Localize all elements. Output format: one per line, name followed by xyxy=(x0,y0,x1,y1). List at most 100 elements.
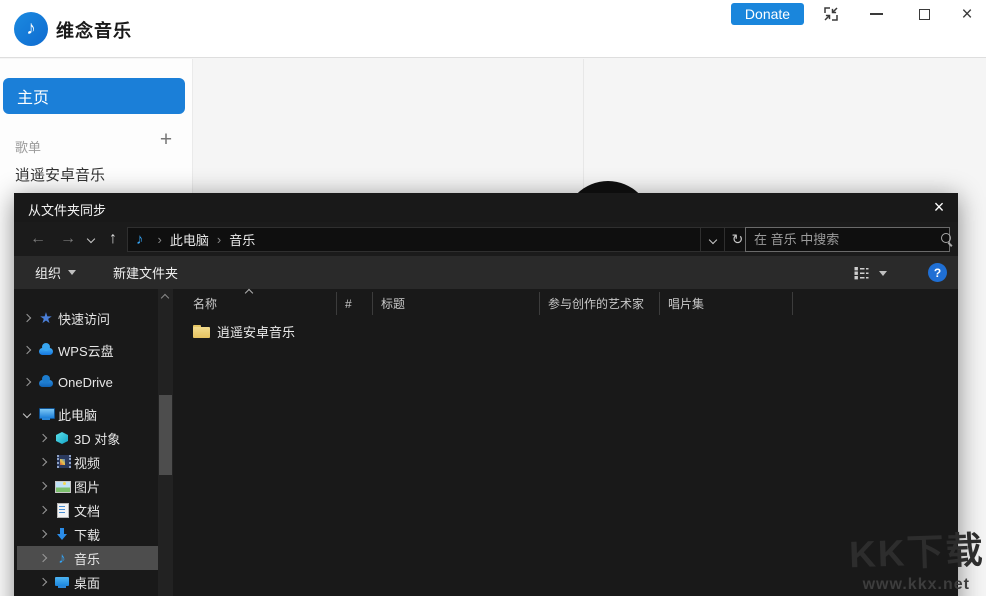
cloud-wps-icon xyxy=(38,342,54,358)
back-button[interactable]: ← xyxy=(24,222,52,256)
maximize-button[interactable] xyxy=(908,0,940,28)
music-note-icon: ♪ xyxy=(136,231,144,248)
help-button[interactable]: ? xyxy=(928,263,947,282)
column-header-唱片集[interactable]: 唱片集 xyxy=(660,292,793,315)
tree-item-此电脑[interactable]: 此电脑 xyxy=(14,402,158,426)
search-icon[interactable] xyxy=(938,231,943,249)
address-dropdown-button[interactable] xyxy=(700,228,724,251)
app-close-button[interactable]: × xyxy=(950,0,984,28)
close-icon: × xyxy=(961,5,972,24)
breadcrumb-segment[interactable]: 此电脑 xyxy=(170,230,209,249)
tree-item-文档[interactable]: 文档 xyxy=(14,498,158,522)
scroll-up-icon[interactable] xyxy=(161,294,169,302)
chevron-right-icon[interactable] xyxy=(39,434,47,442)
tree-item-桌面[interactable]: 桌面 xyxy=(14,570,158,594)
tree-item-OneDrive[interactable]: OneDrive xyxy=(14,370,158,394)
history-dropdown-button[interactable] xyxy=(82,222,100,256)
tree-item-label: 下载 xyxy=(74,525,100,544)
chevron-down-icon xyxy=(68,270,76,275)
app-title: 维念音乐 xyxy=(56,17,132,43)
file-row[interactable]: 逍遥安卓音乐 xyxy=(176,320,295,342)
command-toolbar: 组织 新建文件夹 ? xyxy=(14,256,958,289)
new-folder-label: 新建文件夹 xyxy=(113,263,178,282)
cube-icon xyxy=(54,430,70,446)
breadcrumb: ›此电脑›音乐 xyxy=(150,230,256,249)
organize-label: 组织 xyxy=(35,263,61,282)
question-icon: ? xyxy=(934,266,941,280)
new-folder-button[interactable]: 新建文件夹 xyxy=(113,256,178,289)
forward-button[interactable]: → xyxy=(54,222,82,256)
sort-ascending-icon xyxy=(245,289,253,297)
app-logo-icon: ♪ xyxy=(14,12,48,46)
organize-button[interactable]: 组织 xyxy=(35,256,76,289)
tree-scrollbar[interactable] xyxy=(158,289,173,596)
details-view-icon xyxy=(854,266,869,280)
add-playlist-button[interactable]: + xyxy=(153,127,179,153)
cloud-onedrive-icon xyxy=(38,374,54,390)
tree-item-label: 快速访问 xyxy=(58,309,110,328)
tree-item-3D 对象[interactable]: 3D 对象 xyxy=(14,426,158,450)
pc-icon xyxy=(38,406,54,422)
chevron-right-icon[interactable] xyxy=(39,482,47,490)
tree-item-视频[interactable]: 视频 xyxy=(14,450,158,474)
back-icon: ← xyxy=(30,230,46,248)
column-header-标题[interactable]: 标题 xyxy=(373,292,540,315)
chevron-right-icon[interactable] xyxy=(39,458,47,466)
tree-item-图片[interactable]: 图片 xyxy=(14,474,158,498)
folder-tree: ★快速访问 WPS云盘 OneDrive 此电脑 3D 对象视频图片文档下载 ♪音乐桌面 xyxy=(14,289,174,596)
star-icon: ★ xyxy=(38,310,54,326)
minimize-button[interactable] xyxy=(860,0,892,28)
tree-item-下载[interactable]: 下载 xyxy=(14,522,158,546)
chevron-right-icon[interactable] xyxy=(39,506,47,514)
desktop-icon xyxy=(54,574,70,590)
sidebar-item-playlist[interactable]: 逍遥安卓音乐 xyxy=(15,164,105,185)
picture-icon xyxy=(54,478,70,494)
film-icon xyxy=(54,454,70,470)
view-options-button[interactable] xyxy=(854,262,904,284)
chevron-down-icon[interactable] xyxy=(23,410,31,418)
address-bar[interactable]: ♪ ›此电脑›音乐 ↻ xyxy=(127,227,751,252)
chevron-right-icon[interactable] xyxy=(39,530,47,538)
up-button[interactable]: ↑ xyxy=(100,222,126,256)
tree-item-label: 音乐 xyxy=(74,549,100,568)
refresh-icon: ↻ xyxy=(732,231,744,248)
navigation-bar: ← → ↑ ♪ ›此电脑›音乐 ↻ xyxy=(14,222,958,256)
tree-item-label: 此电脑 xyxy=(58,405,97,424)
chevron-right-icon[interactable] xyxy=(39,554,47,562)
app-header: ♪ 维念音乐 Donate × xyxy=(0,0,986,58)
search-input[interactable] xyxy=(746,232,938,247)
column-header-label: 参与创作的艺术家 xyxy=(540,295,644,312)
forward-icon: → xyxy=(60,230,76,248)
maximize-icon xyxy=(919,9,930,20)
chevron-right-icon[interactable] xyxy=(39,578,47,586)
chevron-right-icon[interactable] xyxy=(23,346,31,354)
file-list: 名称 #标题参与创作的艺术家唱片集 逍遥安卓音乐 xyxy=(176,289,958,596)
up-icon: ↑ xyxy=(109,230,117,248)
scrollbar-thumb[interactable] xyxy=(159,395,172,475)
chevron-down-icon xyxy=(879,271,887,276)
breadcrumb-segment[interactable]: 音乐 xyxy=(229,230,255,249)
tree-item-快速访问[interactable]: ★快速访问 xyxy=(14,306,158,330)
chevron-down-icon xyxy=(708,235,716,243)
sidebar-item-home[interactable]: 主页 xyxy=(3,78,185,114)
document-icon xyxy=(54,502,70,518)
minimize-icon xyxy=(870,13,883,15)
mini-mode-button[interactable] xyxy=(816,0,846,28)
close-icon: × xyxy=(934,197,945,218)
tree-item-label: 桌面 xyxy=(74,573,100,592)
chevron-right-icon[interactable] xyxy=(23,378,31,386)
column-header-#[interactable]: # xyxy=(337,292,373,315)
tree-item-WPS云盘[interactable]: WPS云盘 xyxy=(14,338,158,362)
tree-item-label: 3D 对象 xyxy=(74,429,120,448)
chevron-right-icon[interactable] xyxy=(23,314,31,322)
column-headers: 名称 #标题参与创作的艺术家唱片集 xyxy=(176,292,793,315)
tree-item-音乐[interactable]: ♪音乐 xyxy=(17,546,158,570)
dialog-title: 从文件夹同步 xyxy=(28,200,106,219)
column-header-label: 名称 xyxy=(176,295,217,312)
donate-button[interactable]: Donate xyxy=(731,3,804,25)
column-header-参与创作的艺术家[interactable]: 参与创作的艺术家 xyxy=(540,292,660,315)
tree-item-label: 文档 xyxy=(74,501,100,520)
column-header-名称[interactable]: 名称 xyxy=(176,292,337,315)
dialog-close-button[interactable]: × xyxy=(926,195,952,220)
tree-item-label: 图片 xyxy=(74,477,100,496)
